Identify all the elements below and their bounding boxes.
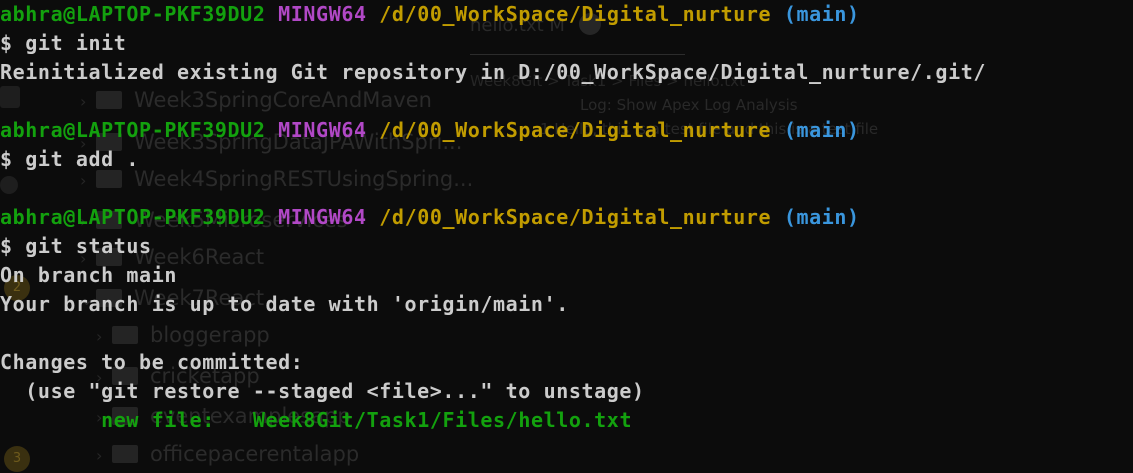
output-line: Reinitialized existing Git repository in… — [0, 60, 986, 84]
prompt-line: abhra@LAPTOP-PKF39DU2 MINGW64 /d/00_Work… — [0, 0, 986, 29]
output-line: Your branch is up to date with 'origin/m… — [0, 292, 569, 316]
notification-badge: 3 — [4, 446, 30, 472]
prompt-user-host: abhra@LAPTOP-PKF39DU2 — [0, 2, 266, 26]
staged-file-path: Week8Git/Task1/Files/hello.txt — [252, 408, 633, 432]
terminal-output[interactable]: abhra@LAPTOP-PKF39DU2 MINGW64 /d/00_Work… — [0, 0, 986, 435]
prompt-branch: (main) — [783, 205, 860, 229]
prompt-line: abhra@LAPTOP-PKF39DU2 MINGW64 /d/00_Work… — [0, 116, 986, 145]
ghost-folder-row: › officepacerentalapp — [96, 440, 359, 469]
output-line: Changes to be committed: — [0, 350, 304, 374]
prompt-shell: MINGW64 — [278, 205, 367, 229]
output-line: On branch main — [0, 263, 177, 287]
chevron-right-icon: › — [96, 446, 103, 465]
command-line: $ git init — [0, 31, 127, 55]
staged-file-label: new file: — [101, 408, 215, 432]
prompt-user-host: abhra@LAPTOP-PKF39DU2 — [0, 118, 266, 142]
prompt-line: abhra@LAPTOP-PKF39DU2 MINGW64 /d/00_Work… — [0, 203, 986, 232]
terminal-window[interactable]: hello.txt M Week8Git > Task1 > Files > h… — [0, 0, 1133, 473]
folder-icon — [112, 445, 138, 463]
prompt-user-host: abhra@LAPTOP-PKF39DU2 — [0, 205, 266, 229]
output-line: (use "git restore --staged <file>..." to… — [0, 379, 645, 403]
command-line: $ git status — [0, 234, 152, 258]
prompt-path: /d/00_WorkSpace/Digital_nurture — [379, 205, 772, 229]
staged-file-line: new file: Week8Git/Task1/Files/hello.txt — [0, 406, 986, 435]
prompt-shell: MINGW64 — [278, 2, 367, 26]
prompt-path: /d/00_WorkSpace/Digital_nurture — [379, 118, 772, 142]
prompt-branch: (main) — [783, 118, 860, 142]
command-line: $ git add . — [0, 147, 140, 171]
prompt-shell: MINGW64 — [278, 118, 367, 142]
prompt-path: /d/00_WorkSpace/Digital_nurture — [379, 2, 772, 26]
prompt-branch: (main) — [783, 2, 860, 26]
